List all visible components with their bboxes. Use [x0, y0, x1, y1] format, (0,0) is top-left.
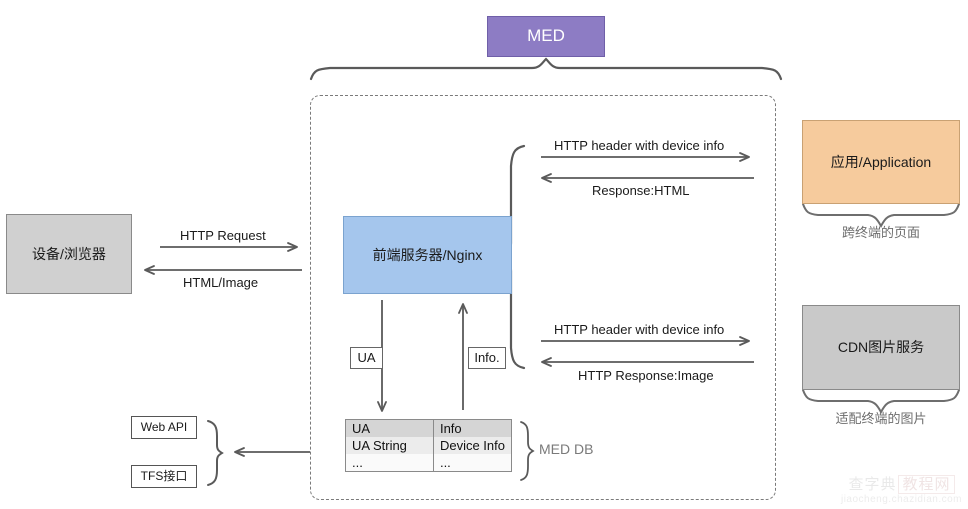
- label-http-response-image: HTTP Response:Image: [578, 368, 714, 383]
- application-caption: 跨终端的页面: [841, 225, 920, 240]
- med-db-table: UA Info UA String Device Info ... ...: [345, 419, 512, 472]
- device-browser-box: 设备/浏览器: [6, 214, 132, 294]
- api-group-brace: [207, 420, 224, 486]
- med-db-label: MED DB: [539, 441, 594, 457]
- cdn-image-service-box: CDN图片服务: [802, 305, 960, 390]
- cdn-caption: 适配终端的图片: [835, 411, 927, 426]
- ua-tag-label: UA: [357, 349, 376, 365]
- web-api-label: Web API: [140, 419, 188, 434]
- watermark-line1: 查字典 教程网: [841, 473, 962, 494]
- table-row: UA String Device Info: [345, 437, 512, 454]
- ua-tag: UA: [350, 347, 383, 369]
- tfs-interface-box: TFS接口: [131, 465, 197, 488]
- table-row: ... ...: [345, 454, 512, 472]
- table-header-row: UA Info: [345, 419, 512, 437]
- tfs-interface-label: TFS接口: [140, 468, 188, 483]
- application-label: 应用/Application: [830, 153, 932, 170]
- table-header-info: Info: [433, 419, 512, 437]
- info-tag: Info.: [468, 347, 506, 369]
- web-api-box: Web API: [131, 416, 197, 439]
- label-http-request: HTTP Request: [180, 228, 266, 243]
- label-header-device-info-top: HTTP header with device info: [554, 138, 725, 153]
- watermark: 查字典 教程网 jiaocheng.chazidian.com: [841, 473, 962, 505]
- label-header-device-info-bottom: HTTP header with device info: [554, 322, 725, 337]
- med-title-box: MED: [487, 16, 605, 57]
- frontend-server-label: 前端服务器/Nginx: [372, 246, 483, 263]
- application-box: 应用/Application: [802, 120, 960, 204]
- table-cell-device-info: Device Info: [433, 437, 512, 454]
- table-header-ua: UA: [345, 419, 434, 437]
- cdn-image-service-label: CDN图片服务: [837, 339, 925, 356]
- med-top-brace: [309, 57, 783, 81]
- table-cell-info-ellipsis: ...: [433, 454, 512, 472]
- med-db-table-body: UA Info UA String Device Info ... ...: [345, 419, 512, 472]
- frontend-server-box: 前端服务器/Nginx: [343, 216, 512, 294]
- label-html-image: HTML/Image: [183, 275, 259, 290]
- watermark-line2: jiaocheng.chazidian.com: [840, 494, 962, 505]
- watermark-site-name: 查字典: [848, 476, 897, 493]
- info-tag-label: Info.: [474, 349, 500, 365]
- table-cell-ua-string: UA String: [345, 437, 434, 454]
- watermark-boxed-text: 教程网: [898, 475, 955, 494]
- table-cell-ua-ellipsis: ...: [345, 454, 434, 472]
- device-browser-label: 设备/浏览器: [32, 245, 106, 262]
- med-title-label: MED: [527, 26, 565, 46]
- diagram-canvas: MED 设备/浏览器 前端服务器/Nginx 应用/Application 跨终…: [0, 0, 968, 509]
- label-response-html: Response:HTML: [592, 183, 690, 198]
